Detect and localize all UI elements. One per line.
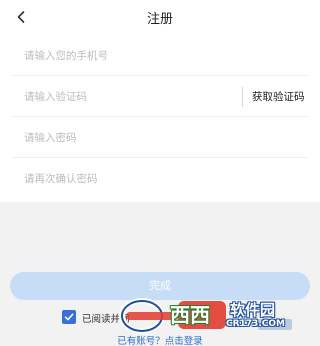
watermark-logo: 西西 软件园 CR173.COM <box>118 297 298 335</box>
page-title: 注册 <box>146 12 173 27</box>
get-code-button[interactable]: 获取验证码 <box>252 77 305 117</box>
top-bar: 注册 <box>0 0 320 36</box>
watermark-main-text: 西西 <box>170 303 210 327</box>
login-link[interactable]: 已有账号？点击登录 <box>0 333 320 346</box>
phone-input[interactable] <box>24 36 234 76</box>
code-field-row: 获取验证码 <box>12 77 308 117</box>
register-screen: 注册 获取验证码 完成 已阅读并同 <box>0 0 320 346</box>
confirm-password-field-row <box>12 159 308 199</box>
agreement-checkbox[interactable] <box>62 310 76 324</box>
checkmark-icon <box>64 313 74 321</box>
watermark-site-text: CR173.COM <box>226 319 285 329</box>
phone-field-row <box>12 36 308 76</box>
submit-button[interactable]: 完成 <box>10 272 310 300</box>
divider <box>242 87 243 107</box>
password-input[interactable] <box>24 118 234 158</box>
register-form: 获取验证码 <box>0 36 320 202</box>
password-field-row <box>12 118 308 158</box>
confirm-password-input[interactable] <box>24 159 234 199</box>
watermark-brand-text: 软件园 <box>230 301 276 319</box>
verification-code-input[interactable] <box>24 77 234 117</box>
